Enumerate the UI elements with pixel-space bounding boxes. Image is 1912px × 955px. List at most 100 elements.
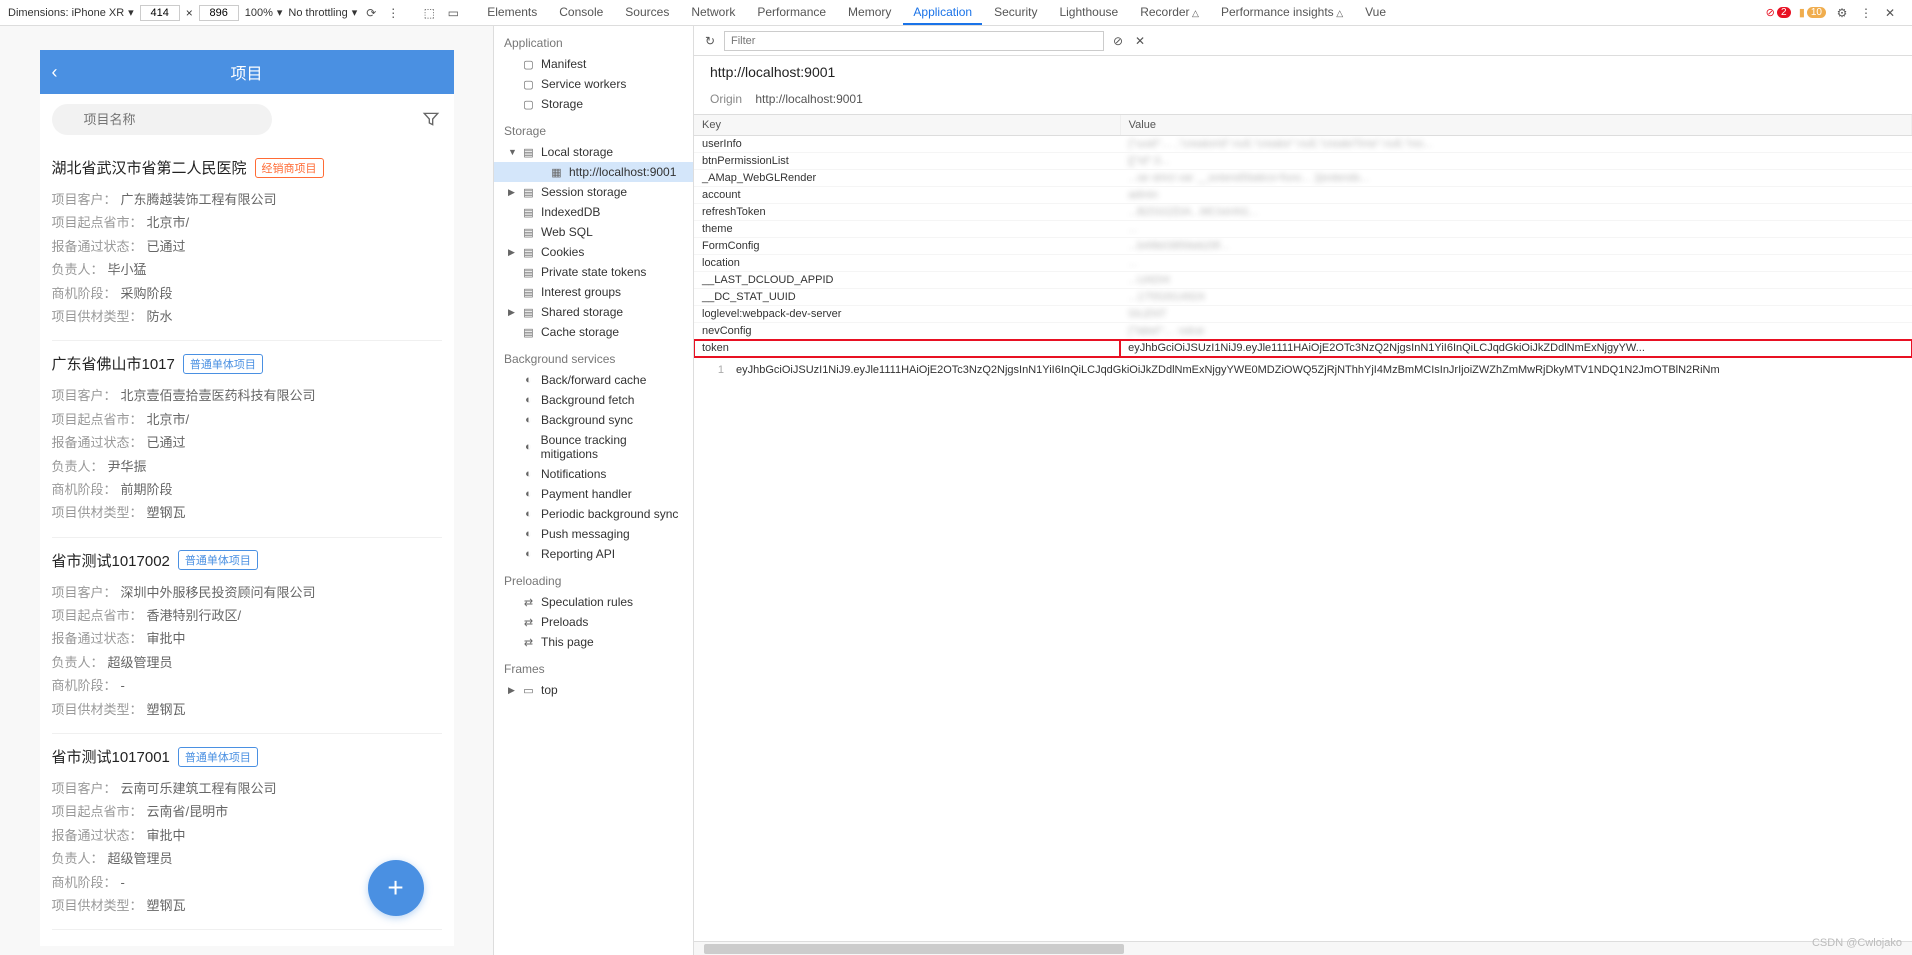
value-text[interactable]: eyJhbGciOiJSUzI1NiJ9.eyJle1111HAiOjE2OTc… [736, 364, 1902, 935]
tree-item-reporting-api[interactable]: ◐Reporting API [494, 544, 693, 564]
col-key[interactable]: Key [694, 115, 1120, 136]
project-list[interactable]: 湖北省武汉市省第二人民医院经销商项目项目客户：广东腾越装饰工程有限公司项目起点省… [40, 145, 454, 946]
tree-label: Preloads [541, 615, 588, 629]
caret-icon[interactable]: ▶ [508, 307, 515, 318]
tree-item-private-state-tokens[interactable]: ▤Private state tokens [494, 262, 693, 282]
close-icon[interactable]: ✕ [1882, 5, 1898, 21]
tab-network[interactable]: Network [681, 1, 745, 25]
tree-item-storage[interactable]: ▢Storage [494, 94, 693, 114]
tree-item-http-localhost-9001[interactable]: ▦http://localhost:9001 [494, 162, 693, 182]
clear-icon[interactable]: ⊘ [1110, 33, 1126, 49]
tree-item-preloads[interactable]: ⇄Preloads [494, 612, 693, 632]
height-input[interactable] [199, 5, 239, 21]
tree-item-top[interactable]: ▶▭top [494, 680, 693, 700]
storage-row[interactable]: accountadmin [694, 187, 1912, 204]
tab-lighthouse[interactable]: Lighthouse [1049, 1, 1128, 25]
tree-item-service-workers[interactable]: ▢Service workers [494, 74, 693, 94]
storage-key: nevConfig [694, 323, 1120, 340]
scrollbar-thumb[interactable] [704, 944, 1124, 954]
storage-row[interactable]: refreshToken...BZGI2ZDA...MCIsInN1... [694, 204, 1912, 221]
tree-icon: ▭ [522, 684, 535, 697]
storage-row[interactable]: tokeneyJhbGciOiJSUzI1NiJ9.eyJle1111HAiOj… [694, 340, 1912, 357]
tree-item-periodic-background-sync[interactable]: ◐Periodic background sync [494, 504, 693, 524]
tab-console[interactable]: Console [549, 1, 613, 25]
tree-item-background-sync[interactable]: ◐Background sync [494, 410, 693, 430]
more-icon[interactable]: ⋮ [385, 5, 401, 21]
tree-item-this-page[interactable]: ⇄This page [494, 632, 693, 652]
project-card[interactable]: 广东省佛山市1017普通单体项目项目客户：北京壹佰壹拾壹医药科技有限公司项目起点… [52, 341, 442, 537]
tree-item-cache-storage[interactable]: ▤Cache storage [494, 322, 693, 342]
tree-icon: ◐ [522, 414, 535, 427]
tree-item-back-forward-cache[interactable]: ◐Back/forward cache [494, 370, 693, 390]
throttling-select[interactable]: No throttling ▾ [288, 6, 357, 19]
warning-badge[interactable]: ▮10 [1799, 6, 1826, 19]
horizontal-scrollbar[interactable] [694, 941, 1912, 955]
tree-item-web-sql[interactable]: ▤Web SQL [494, 222, 693, 242]
tree-item-notifications[interactable]: ◐Notifications [494, 464, 693, 484]
storage-value: {"label":... value [1120, 323, 1911, 340]
tree-item-shared-storage[interactable]: ▶▤Shared storage [494, 302, 693, 322]
storage-row[interactable]: __LAST_DCLOUD_APPID...UADI4 [694, 272, 1912, 289]
tab-recorder[interactable]: Recorder △ [1130, 1, 1209, 25]
tree-section-storage: Storage [494, 120, 693, 142]
tab-vue[interactable]: Vue [1355, 1, 1396, 25]
caret-icon[interactable]: ▶ [508, 187, 515, 198]
tree-item-interest-groups[interactable]: ▤Interest groups [494, 282, 693, 302]
storage-row[interactable]: FormConfig...b49b03856eb29f... [694, 238, 1912, 255]
tree-item-session-storage[interactable]: ▶▤Session storage [494, 182, 693, 202]
tree-icon: ▤ [522, 246, 535, 259]
device-toggle-icon[interactable]: ▭ [445, 5, 461, 21]
tab-elements[interactable]: Elements [477, 1, 547, 25]
caret-icon[interactable]: ▼ [508, 147, 517, 157]
tree-item-push-messaging[interactable]: ◐Push messaging [494, 524, 693, 544]
storage-row[interactable]: location... [694, 255, 1912, 272]
tree-item-bounce-tracking-mitigations[interactable]: ◐Bounce tracking mitigations [494, 430, 693, 464]
storage-row[interactable]: __DC_STAT_UUID...17552614924 [694, 289, 1912, 306]
col-value[interactable]: Value [1120, 115, 1911, 136]
filter-input[interactable] [724, 31, 1104, 51]
refresh-icon[interactable]: ↻ [702, 33, 718, 49]
storage-row[interactable]: theme... [694, 221, 1912, 238]
project-card[interactable]: 湖北省武汉市省第二人民医院经销商项目项目客户：广东腾越装饰工程有限公司项目起点省… [52, 145, 442, 341]
tree-item-manifest[interactable]: ▢Manifest [494, 54, 693, 74]
tab-memory[interactable]: Memory [838, 1, 901, 25]
dimensions-select[interactable]: Dimensions: iPhone XR ▾ [8, 6, 134, 19]
inspect-icon[interactable]: ⬚ [421, 5, 437, 21]
zoom-select[interactable]: 100% ▾ [245, 6, 283, 19]
kebab-icon[interactable]: ⋮ [1858, 5, 1874, 21]
error-badge[interactable]: ⊘2 [1766, 6, 1791, 19]
storage-row[interactable]: loglevel:webpack-dev-serverSILENT [694, 306, 1912, 323]
delete-icon[interactable]: ✕ [1132, 33, 1148, 49]
tree-section-application: Application [494, 32, 693, 54]
caret-icon[interactable]: ▶ [508, 247, 515, 258]
tree-item-cookies[interactable]: ▶ ▤ Cookies [494, 242, 693, 262]
tree-item-payment-handler[interactable]: ◐Payment handler [494, 484, 693, 504]
tab-sources[interactable]: Sources [615, 1, 679, 25]
storage-row[interactable]: userInfo{"uuid":... ,"creatorId":null,"c… [694, 136, 1912, 153]
gear-icon[interactable]: ⚙ [1834, 5, 1850, 21]
tab-application[interactable]: Application [903, 1, 982, 25]
tab-performance[interactable]: Performance [747, 1, 836, 25]
width-input[interactable] [140, 5, 180, 21]
tree-label: Notifications [541, 467, 606, 481]
tree-item-local-storage[interactable]: ▼▤Local storage [494, 142, 693, 162]
filter-icon[interactable] [422, 110, 442, 130]
rotate-icon[interactable]: ⟳ [363, 5, 379, 21]
tab-performance-insights[interactable]: Performance insights △ [1211, 1, 1353, 25]
tree-item-speculation-rules[interactable]: ⇄Speculation rules [494, 592, 693, 612]
project-field: 负责人：尹华振 [52, 455, 442, 478]
storage-row[interactable]: _AMap_WebGLRender...se strict var __exte… [694, 170, 1912, 187]
project-field: 项目起点省市：北京市/ [52, 211, 442, 234]
project-field: 项目供材类型：防水 [52, 305, 442, 328]
storage-row[interactable]: nevConfig{"label":... value [694, 323, 1912, 340]
tree-item-background-fetch[interactable]: ◐Background fetch [494, 390, 693, 410]
tree-label: Cookies [541, 245, 584, 259]
search-input[interactable] [52, 104, 272, 135]
back-arrow-icon[interactable]: ‹ [52, 62, 58, 83]
tree-item-indexeddb[interactable]: ▤IndexedDB [494, 202, 693, 222]
add-button[interactable]: + [368, 860, 424, 916]
caret-icon[interactable]: ▶ [508, 685, 515, 696]
tab-security[interactable]: Security [984, 1, 1047, 25]
project-card[interactable]: 省市测试1017002普通单体项目项目客户：深圳中外服移民投资顾问有限公司项目起… [52, 538, 442, 734]
storage-row[interactable]: btnPermissionList[{"id":3... [694, 153, 1912, 170]
